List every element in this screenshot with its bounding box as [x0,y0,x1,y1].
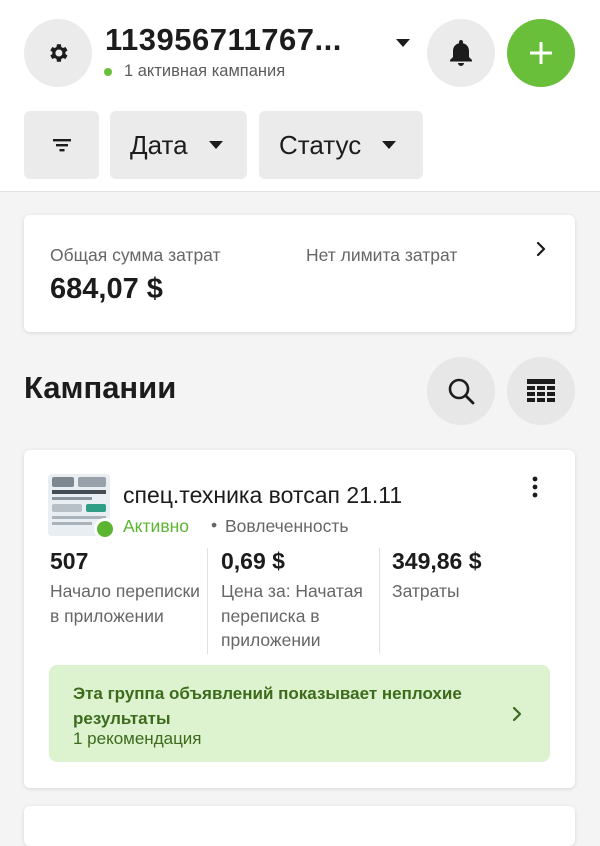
date-filter-label: Дата [130,129,188,160]
gear-icon [50,44,68,62]
filter-button[interactable] [24,111,99,179]
metric-value: 0,69 $ [221,548,285,574]
chevron-right-icon [535,240,547,263]
metric-results: 507 Начало переписки в приложении [50,548,205,628]
recommendation-title: Эта группа объявлений показывает неплохи… [73,684,462,728]
notifications-button[interactable] [427,19,495,87]
active-status-dot [94,518,116,540]
status-filter-dropdown[interactable]: Статус [259,111,423,179]
campaign-name[interactable]: спец.техника вотсап 21.11 [123,482,402,509]
status-separator: • [211,515,218,535]
total-spend-amount: 684,07 $ [50,273,163,305]
recommendation-count: 1 рекомендация [73,729,202,748]
next-campaign-card[interactable] [24,806,575,846]
account-subtitle: 1 активная кампания [124,62,286,80]
date-filter-dropdown[interactable]: Дата [110,111,247,179]
account-status: 1 активная кампания [104,62,285,81]
more-vertical-icon[interactable] [529,475,541,504]
metric-value: 507 [50,548,89,574]
campaign-objective: Вовлеченность [225,516,349,536]
chevron-right-icon [511,705,523,728]
metric-label: Цена за: Начатая переписка в приложении [221,581,363,650]
create-button[interactable] [507,19,575,87]
spend-limit-text: Нет лимита затрат [306,245,458,265]
metric-value: 349,86 $ [392,548,482,574]
caret-down-icon [382,141,397,149]
recommendation-banner[interactable]: Эта группа объявлений показывает неплохи… [49,665,550,762]
account-caret-down-icon[interactable] [394,36,412,54]
active-status-dot [104,67,112,76]
plus-icon [530,42,552,64]
spend-summary-card[interactable]: Общая сумма затрат Нет лимита затрат 684… [24,215,575,332]
search-icon [448,378,475,405]
search-button[interactable] [427,357,495,425]
metric-cost-per-result: 0,69 $ Цена за: Начатая переписка в прил… [221,548,381,653]
metric-label: Затраты [392,581,460,601]
caret-down-icon [208,141,223,149]
metric-divider [379,548,380,654]
campaign-status: Активно [123,516,190,536]
total-spend-label: Общая сумма затрат [50,245,221,265]
status-filter-label: Статус [279,129,362,160]
campaign-card[interactable]: спец.техника вотсап 21.11 Активно • Вовл… [24,450,575,788]
table-view-button[interactable] [507,357,575,425]
table-icon [527,379,555,402]
campaigns-heading: Кампании [24,370,177,405]
bell-icon [450,40,472,66]
top-bar: 113956711767... 1 активная кампания Дата… [0,0,600,192]
account-name[interactable]: 113956711767... [105,22,342,58]
metric-spend: 349,86 $ Затраты [392,548,542,604]
filter-icon [52,139,71,152]
metric-divider [207,548,208,654]
settings-button[interactable] [24,19,92,87]
metric-label: Начало переписки в приложении [50,581,200,626]
